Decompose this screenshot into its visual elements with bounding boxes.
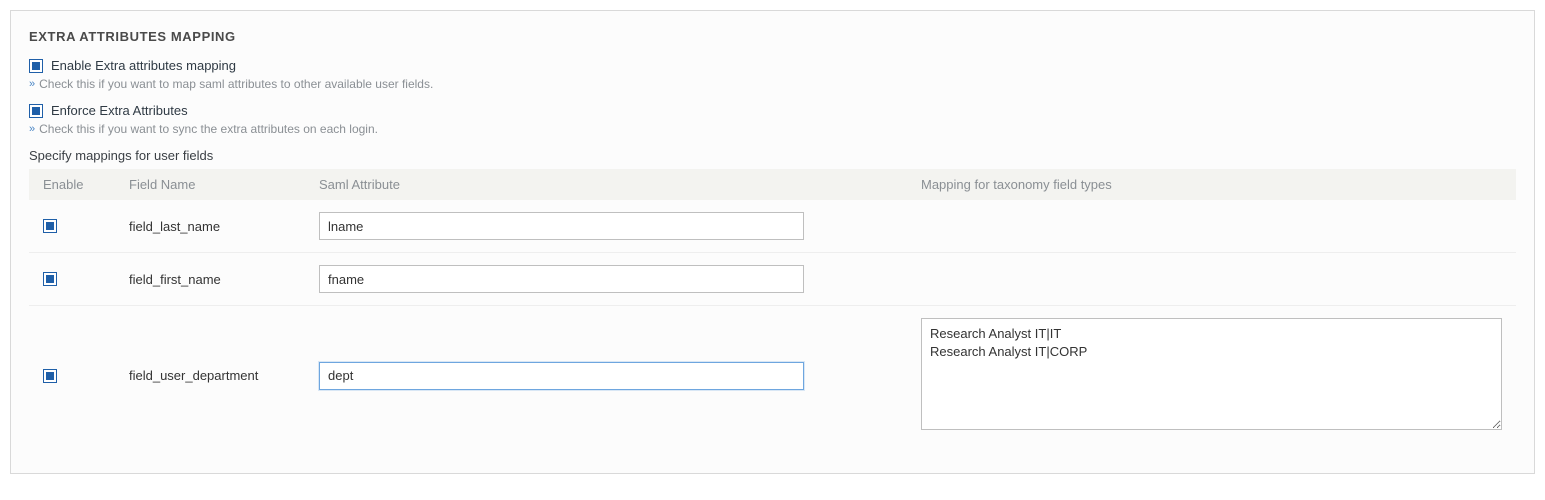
extra-attributes-panel: EXTRA ATTRIBUTES MAPPING Enable Extra at… xyxy=(10,10,1535,474)
table-row: field_last_name xyxy=(29,200,1516,253)
row-field-name: field_last_name xyxy=(129,219,319,234)
enforce-attrs-hint-text: Check this if you want to sync the extra… xyxy=(39,122,378,136)
panel-title: EXTRA ATTRIBUTES MAPPING xyxy=(29,29,1516,44)
header-field-name: Field Name xyxy=(129,177,319,192)
enable-mapping-label: Enable Extra attributes mapping xyxy=(51,58,236,73)
row-enable-checkbox[interactable] xyxy=(43,219,57,233)
enforce-attrs-label: Enforce Extra Attributes xyxy=(51,103,188,118)
saml-attribute-input[interactable] xyxy=(319,362,804,390)
row-field-name: field_user_department xyxy=(129,368,319,383)
enable-mapping-hint: » Check this if you want to map saml att… xyxy=(29,77,1516,91)
enable-mapping-hint-text: Check this if you want to map saml attri… xyxy=(39,77,433,91)
chevron-double-icon: » xyxy=(29,123,33,135)
table-row: field_first_name xyxy=(29,253,1516,306)
header-taxonomy: Mapping for taxonomy field types xyxy=(921,177,1502,192)
enforce-attrs-checkbox[interactable] xyxy=(29,104,43,118)
saml-attribute-input[interactable] xyxy=(319,265,804,293)
mappings-table: Enable Field Name Saml Attribute Mapping… xyxy=(29,169,1516,445)
header-enable: Enable xyxy=(43,177,129,192)
row-field-name: field_first_name xyxy=(129,272,319,287)
chevron-double-icon: » xyxy=(29,78,33,90)
saml-attribute-input[interactable] xyxy=(319,212,804,240)
table-header-row: Enable Field Name Saml Attribute Mapping… xyxy=(29,169,1516,200)
enable-mapping-checkbox[interactable] xyxy=(29,59,43,73)
enforce-attrs-hint: » Check this if you want to sync the ext… xyxy=(29,122,1516,136)
mappings-subhead: Specify mappings for user fields xyxy=(29,148,1516,163)
table-row: field_user_department xyxy=(29,306,1516,445)
row-enable-checkbox[interactable] xyxy=(43,272,57,286)
row-enable-checkbox[interactable] xyxy=(43,369,57,383)
header-saml-attribute: Saml Attribute xyxy=(319,177,921,192)
taxonomy-mapping-textarea[interactable] xyxy=(921,318,1502,430)
